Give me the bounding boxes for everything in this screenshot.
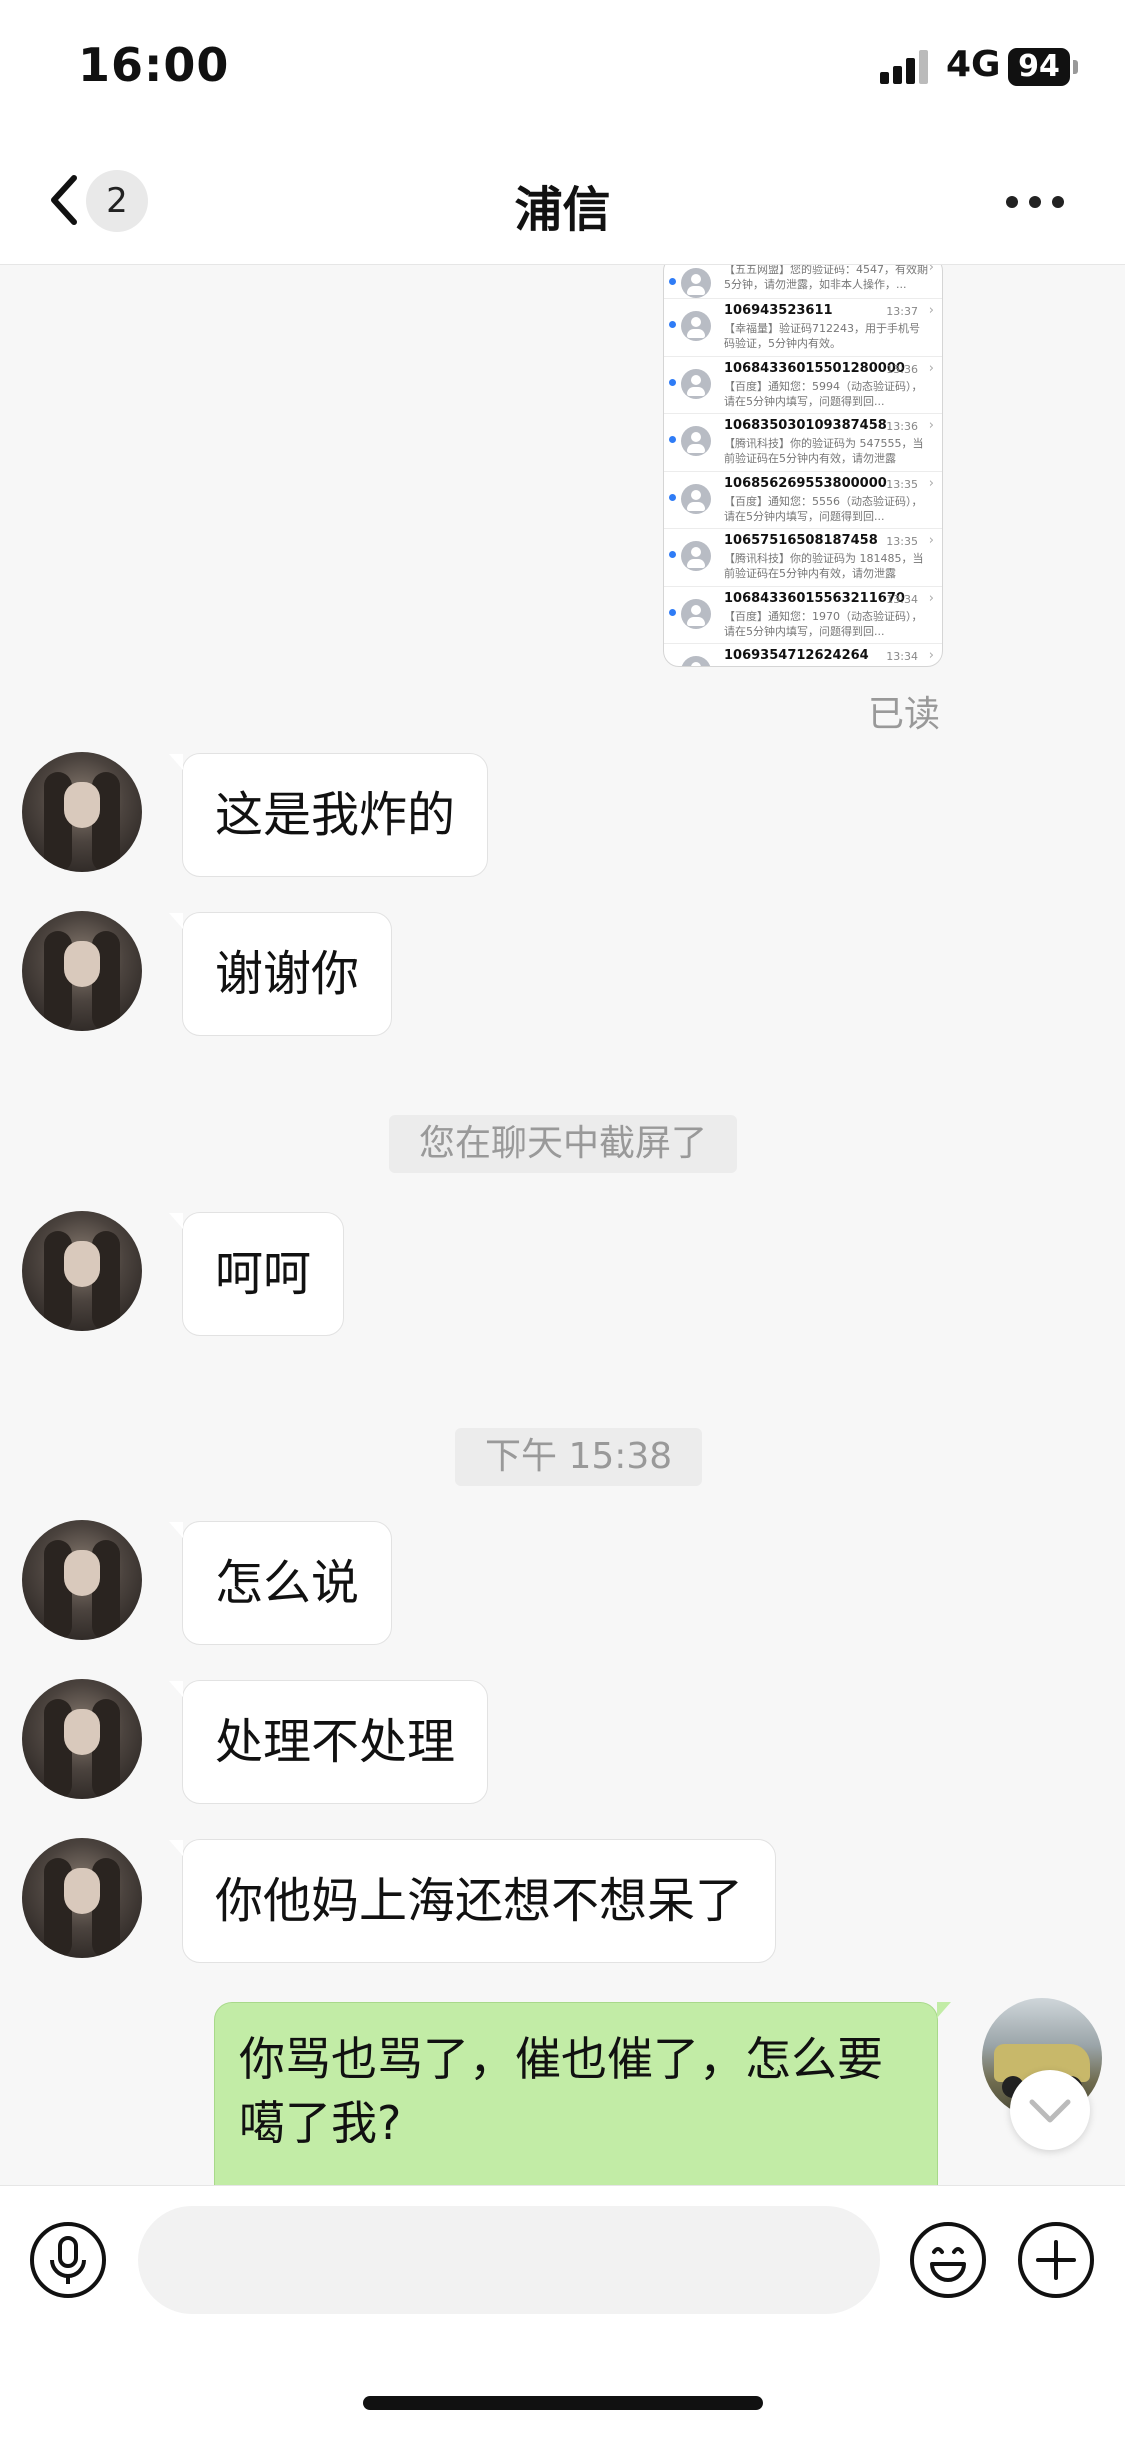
status-bar: 16:00 4G 94 — [0, 0, 1125, 140]
sms-preview: 【百度】通知您：5556（动态验证码），请在5分钟内填写，问题得到回... — [724, 494, 923, 523]
contact-avatar[interactable] — [22, 1679, 142, 1799]
incoming-message[interactable]: 你他妈上海还想不想呆了 — [168, 1839, 777, 1963]
contact-avatar[interactable] — [22, 1520, 142, 1640]
chevron-right-icon: › — [928, 418, 934, 433]
person-icon — [681, 656, 711, 666]
sms-sender: 10684336015501280000 — [724, 360, 905, 376]
sms-sender: 10657516508187458 — [724, 533, 878, 548]
outgoing-message[interactable]: 你骂也骂了，催也催了，怎么要噶了我? — [214, 2002, 951, 2185]
person-icon — [681, 311, 711, 341]
chat-title: 浦信 — [514, 182, 611, 238]
battery-icon: 94 — [1008, 48, 1070, 86]
incoming-message[interactable]: 呵呵 — [168, 1212, 345, 1336]
unread-dot-icon — [669, 278, 676, 285]
person-icon — [681, 368, 711, 399]
unread-dot-icon — [669, 436, 676, 443]
incoming-message[interactable]: 谢谢你 — [168, 912, 393, 1036]
chat-header: 2 浦信 — [0, 140, 1125, 265]
sms-list-row: 1069354712624264 13:34 › — [664, 644, 942, 667]
sms-time: 13:37 — [886, 305, 918, 318]
more-horizontal-icon[interactable] — [1000, 180, 1070, 220]
screenshot-image-message[interactable]: › 【五五网盟】您的验证码：4547，有效期5分钟，请勿泄露，如非本人操作，...… — [663, 265, 943, 667]
chevron-right-icon: › — [928, 303, 934, 318]
unread-dot-icon — [669, 608, 676, 616]
contact-avatar[interactable] — [22, 1838, 142, 1958]
sms-time: 13:36 — [886, 362, 918, 376]
sms-preview — [724, 666, 929, 667]
smiley-icon[interactable] — [908, 2220, 988, 2300]
chevron-right-icon: › — [928, 265, 934, 275]
battery-tip — [1073, 60, 1078, 74]
sms-time: 13:35 — [886, 477, 918, 491]
sms-list-row: › 【五五网盟】您的验证码：4547，有效期5分钟，请勿泄露，如非本人操作，... — [664, 265, 942, 299]
home-indicator — [363, 2396, 763, 2410]
sms-preview: 【百度】通知您：5994（动态验证码），请在5分钟内填写，问题得到回... — [724, 379, 923, 408]
sms-list-row: 106943523611 13:37 › 【幸福量】验证码712243，用于手机号码验… — [664, 299, 942, 357]
unread-dot-icon — [669, 321, 676, 328]
chevron-right-icon: › — [928, 533, 934, 548]
chat-message-list[interactable]: › 【五五网盟】您的验证码：4547，有效期5分钟，请勿泄露，如非本人操作，...… — [0, 265, 1125, 2185]
incoming-message[interactable]: 处理不处理 — [168, 1680, 489, 1804]
timestamp-divider: 下午 15:38 — [455, 1428, 703, 1486]
microphone-icon[interactable] — [28, 2220, 108, 2300]
sms-preview: 【腾讯科技】你的验证码为 181485，当前验证码在5分钟内有效，请勿泄露 — [724, 552, 924, 580]
sms-sender: 106856269553800000 — [724, 475, 887, 491]
sms-time: 13:34 — [886, 650, 918, 663]
plus-icon[interactable] — [1016, 2220, 1096, 2300]
unread-dot-icon — [669, 666, 676, 667]
chevron-right-icon: › — [928, 360, 934, 376]
contact-avatar[interactable] — [22, 752, 142, 872]
person-icon — [681, 426, 711, 456]
status-time: 16:00 — [78, 38, 230, 92]
scroll-to-bottom-button[interactable] — [1010, 2070, 1090, 2150]
signal-icon — [880, 50, 928, 84]
network-type: 4G — [946, 44, 1001, 85]
sms-preview: 【五五网盟】您的验证码：4547，有效期5分钟，请勿泄露，如非本人操作，... — [724, 265, 928, 291]
unread-dot-icon — [669, 551, 676, 558]
sms-sender: 1069354712624264 — [724, 648, 869, 663]
incoming-message[interactable]: 这是我炸的 — [168, 753, 489, 877]
sms-preview: 【腾讯科技】你的验证码为 547555，当前验证码在5分钟内有效，请勿泄露 — [724, 437, 924, 465]
sms-time: 13:35 — [886, 535, 918, 548]
sms-sender: 10684336015563211670 — [724, 590, 905, 606]
sms-preview: 【百度】通知您：1970（动态验证码），请在5分钟内填写，问题得到回... — [724, 609, 923, 638]
contact-avatar[interactable] — [22, 1211, 142, 1331]
sms-sender: 106835030109387458 — [724, 418, 887, 433]
chevron-down-icon — [1029, 2099, 1071, 2123]
sms-time: 13:34 — [886, 592, 918, 606]
sms-list-row: 106856269553800000 13:35 › 【百度】通知您：5556（动态验… — [664, 472, 942, 529]
sms-list-row: 10684336015563211670 13:34 › 【百度】通知您：1970（动… — [664, 587, 942, 644]
person-icon — [681, 541, 711, 571]
sms-list-row: 106835030109387458 13:36 › 【腾讯科技】你的验证码为 547… — [664, 414, 942, 472]
message-input[interactable] — [138, 2206, 880, 2314]
read-receipt: 已读 — [867, 694, 940, 735]
sms-list-row: 10657516508187458 13:35 › 【腾讯科技】你的验证码为 1814… — [664, 529, 942, 587]
person-icon — [681, 483, 711, 514]
chevron-right-icon: › — [928, 590, 934, 606]
chevron-right-icon: › — [928, 648, 934, 663]
system-notice: 您在聊天中截屏了 — [389, 1115, 738, 1173]
person-icon — [681, 598, 711, 629]
incoming-message[interactable]: 怎么说 — [168, 1521, 393, 1645]
sms-sender: 106943523611 — [724, 303, 833, 318]
unread-dot-icon — [669, 493, 676, 501]
sms-list-row: 10684336015501280000 13:36 › 【百度】通知您：5994（动… — [664, 357, 942, 414]
unread-dot-icon — [669, 378, 676, 386]
contact-avatar[interactable] — [22, 911, 142, 1031]
message-input-bar — [0, 2185, 1125, 2437]
chevron-right-icon: › — [928, 475, 934, 491]
sms-preview: 【幸福量】验证码712243，用于手机号码验证，5分钟内有效。 — [724, 322, 920, 350]
sms-time: 13:36 — [886, 420, 918, 433]
person-icon — [681, 268, 711, 298]
